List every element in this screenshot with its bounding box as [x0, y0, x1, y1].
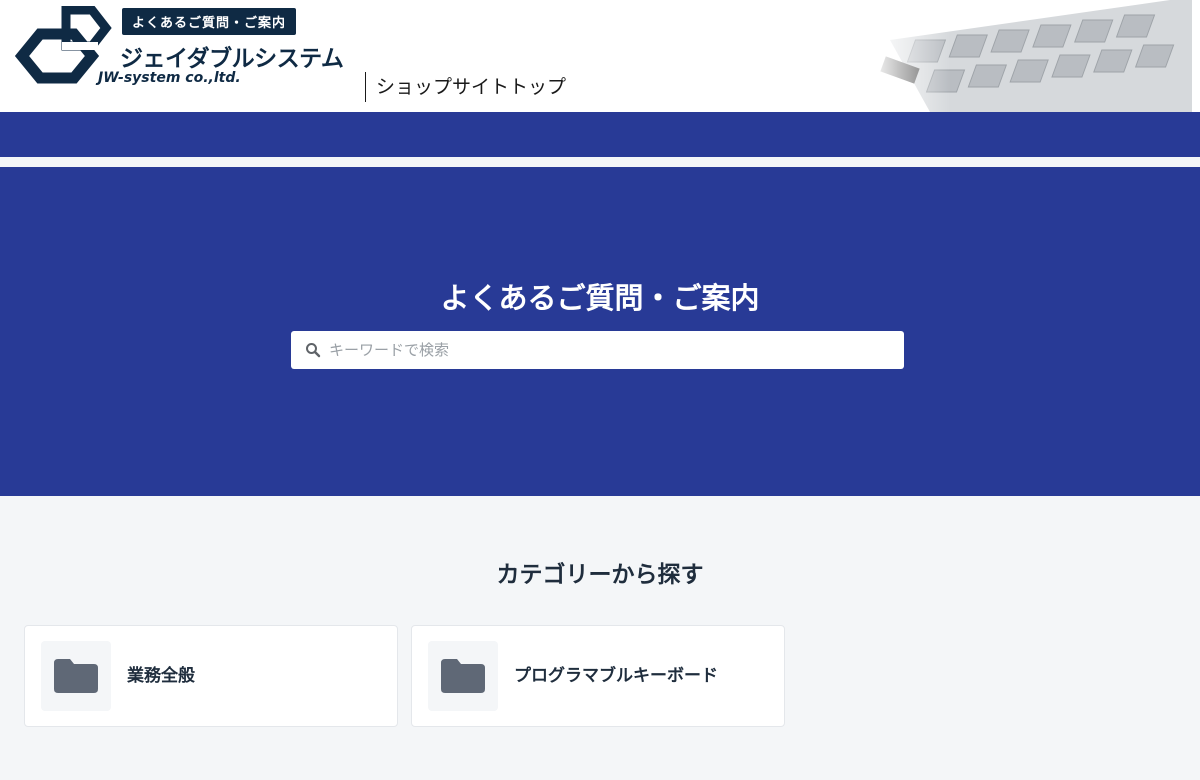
category-card-general[interactable]: 業務全般	[24, 625, 398, 727]
company-name: ジェイダブルシステム	[120, 46, 344, 72]
card-icon-box	[428, 641, 498, 711]
folder-icon	[441, 659, 485, 693]
logo-badge: よくあるご質問・ご案内	[122, 8, 297, 35]
search-box[interactable]	[291, 331, 904, 369]
search-input[interactable]	[329, 331, 889, 369]
site-header: よくあるご質問・ご案内 ジェイダブルシステム JW-system co.,ltd…	[0, 0, 1200, 112]
company-subtitle: JW-system co.,ltd.	[98, 70, 241, 86]
category-label: プログラマブルキーボード	[514, 666, 718, 686]
page-title: よくあるご質問・ご案内	[440, 281, 760, 315]
search-icon	[306, 343, 321, 358]
hero-section: よくあるご質問・ご案内	[0, 167, 1200, 496]
keyboard-image	[870, 0, 1192, 112]
shop-site-top-link[interactable]: ショップサイトトップ	[365, 72, 566, 102]
folder-icon	[54, 659, 98, 693]
nav-bar	[0, 112, 1200, 157]
categories-heading: カテゴリーから探す	[496, 562, 704, 588]
category-label: 業務全般	[127, 666, 195, 686]
card-icon-box	[41, 641, 111, 711]
hexagon-logo-icon	[14, 6, 112, 84]
category-card-programmable-keyboard[interactable]: プログラマブルキーボード	[411, 625, 785, 727]
site-logo[interactable]: よくあるご質問・ご案内 ジェイダブルシステム JW-system co.,ltd…	[12, 4, 362, 104]
